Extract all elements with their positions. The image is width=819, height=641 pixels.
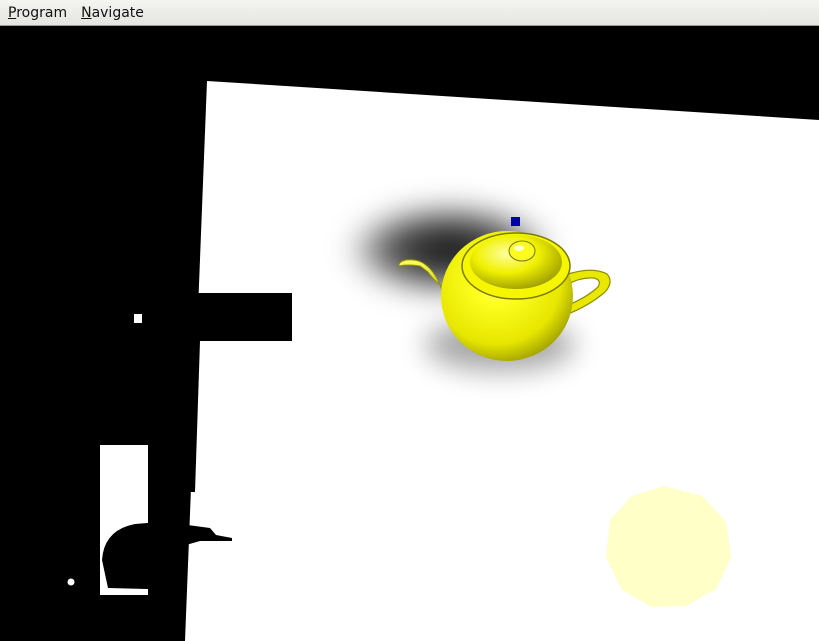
white-dot — [134, 314, 142, 323]
teapot-knob — [508, 240, 536, 262]
white-point — [67, 578, 75, 586]
light-source-marker[interactable] — [511, 217, 520, 226]
teapot-highlight — [514, 245, 524, 251]
menu-navigate-mnemonic: N — [81, 4, 92, 21]
menu-program-label: rogram — [16, 4, 68, 21]
menu-navigate-label: avigate — [91, 4, 144, 21]
scene-canvas — [0, 27, 819, 641]
menu-navigate[interactable]: Navigate — [74, 1, 151, 25]
3d-viewport[interactable] — [0, 27, 819, 641]
shadow-bar — [150, 293, 292, 341]
menu-bar: Program Navigate — [0, 0, 819, 26]
menu-program[interactable]: Program — [0, 1, 74, 25]
menu-program-mnemonic: P — [8, 4, 17, 21]
